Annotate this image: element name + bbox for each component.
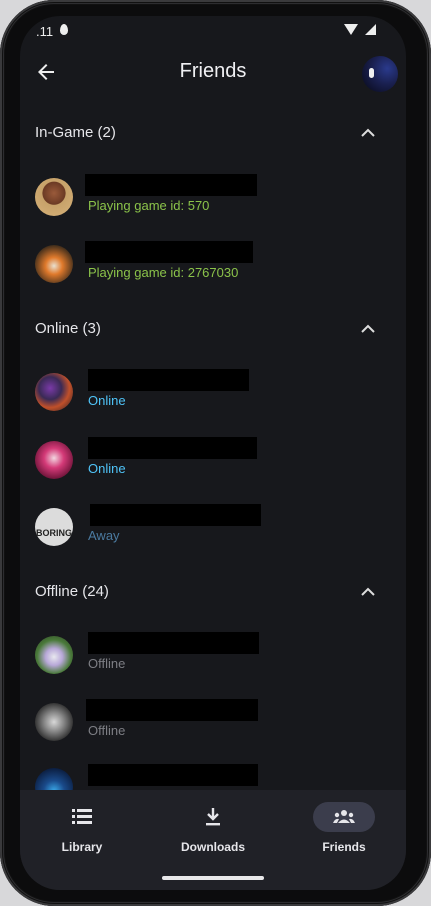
section-label: Offline (24) bbox=[35, 583, 109, 600]
redacted-name bbox=[88, 764, 258, 786]
section-header-in-game[interactable]: In-Game (2) bbox=[20, 114, 406, 154]
section-label: Online (3) bbox=[35, 320, 101, 337]
wifi-icon bbox=[344, 24, 358, 35]
friend-row[interactable]: Offline bbox=[20, 624, 406, 686]
nav-label: Library bbox=[61, 840, 103, 854]
friend-status: Online bbox=[88, 393, 126, 408]
redacted-name bbox=[88, 632, 259, 654]
nav-friends[interactable]: Friends bbox=[294, 800, 394, 860]
cellular-signal-icon bbox=[365, 24, 376, 35]
friend-row[interactable]: Online bbox=[20, 429, 406, 491]
friend-avatar bbox=[35, 178, 73, 216]
friends-icon bbox=[333, 810, 355, 823]
nav-label: Friends bbox=[322, 840, 366, 854]
chevron-up-icon[interactable] bbox=[360, 323, 376, 335]
friends-list[interactable]: In-Game (2) Playing game id: 570 Playing… bbox=[20, 102, 406, 806]
phone-frame: .11 Friends In-Game (2) Playing game id:… bbox=[0, 0, 431, 906]
redacted-name bbox=[90, 504, 261, 526]
top-app-bar: Friends bbox=[20, 46, 406, 102]
page-title: Friends bbox=[179, 60, 247, 82]
redacted-name bbox=[85, 174, 257, 196]
friend-status: Offline bbox=[88, 723, 126, 738]
friend-row[interactable]: Offline bbox=[20, 691, 406, 753]
friend-row[interactable]: Playing game id: 2767030 bbox=[20, 233, 406, 295]
friend-avatar bbox=[35, 245, 73, 283]
signal-indicator: .11 bbox=[36, 24, 54, 39]
friend-status: Away bbox=[88, 528, 120, 543]
nav-downloads[interactable]: Downloads bbox=[163, 800, 263, 860]
redacted-name bbox=[86, 699, 258, 721]
friend-row[interactable]: BORING Away bbox=[20, 496, 406, 558]
redacted-name bbox=[88, 437, 257, 459]
friend-avatar bbox=[35, 703, 73, 741]
friend-avatar bbox=[35, 636, 73, 674]
download-icon bbox=[206, 808, 220, 826]
redacted-name bbox=[85, 241, 253, 263]
app-screen: .11 Friends In-Game (2) Playing game id:… bbox=[20, 16, 406, 890]
nav-library[interactable]: Library bbox=[32, 800, 132, 860]
data-saver-icon bbox=[60, 24, 68, 35]
avatar-text: BORING bbox=[36, 528, 72, 538]
friend-avatar bbox=[35, 373, 73, 411]
section-label: In-Game (2) bbox=[35, 124, 116, 141]
friend-status: Offline bbox=[88, 656, 126, 671]
friend-avatar: BORING bbox=[35, 508, 73, 546]
section-header-offline[interactable]: Offline (24) bbox=[20, 573, 406, 613]
friend-status: Online bbox=[88, 461, 126, 476]
chevron-up-icon[interactable] bbox=[360, 127, 376, 139]
chevron-up-icon[interactable] bbox=[360, 586, 376, 598]
friend-status: Playing game id: 570 bbox=[88, 198, 210, 213]
friend-avatar bbox=[35, 441, 73, 479]
library-icon bbox=[72, 809, 92, 824]
status-bar: .11 bbox=[20, 16, 406, 46]
friend-status: Playing game id: 2767030 bbox=[88, 265, 239, 280]
friend-row[interactable]: Online bbox=[20, 361, 406, 423]
redacted-name bbox=[88, 369, 249, 391]
home-indicator[interactable] bbox=[162, 876, 264, 880]
friend-row[interactable]: Playing game id: 570 bbox=[20, 166, 406, 228]
nav-label: Downloads bbox=[180, 840, 245, 854]
section-header-online[interactable]: Online (3) bbox=[20, 310, 406, 350]
user-avatar[interactable] bbox=[362, 56, 398, 92]
bottom-navigation: Library Downloads Friends bbox=[20, 790, 406, 890]
